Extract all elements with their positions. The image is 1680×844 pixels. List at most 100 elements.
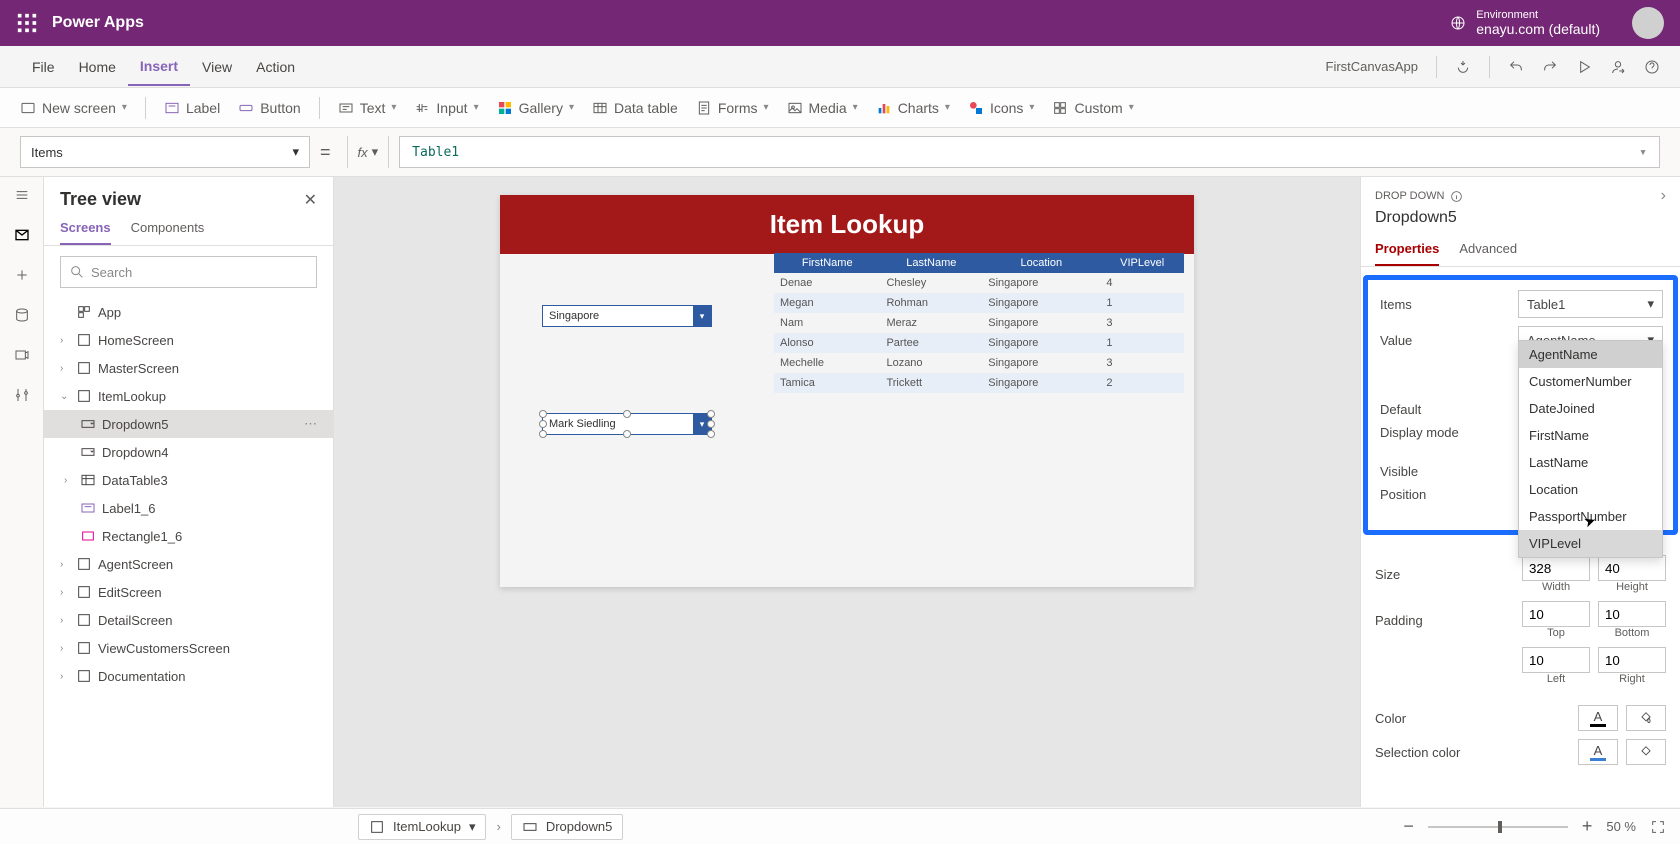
tree-item-label1-6[interactable]: Label1_6 [44,494,333,522]
media-button[interactable]: Media▾ [787,100,858,116]
menu-view[interactable]: View [190,49,244,85]
fx-icon[interactable]: fx▾ [347,136,390,168]
play-icon[interactable] [1576,59,1592,75]
breadcrumb-screen[interactable]: ItemLookup▾ [358,814,486,840]
tree-item-dropdown5[interactable]: Dropdown5⋯ [44,410,333,438]
resize-handle[interactable] [623,430,631,438]
tab-components[interactable]: Components [131,220,205,245]
charts-button[interactable]: Charts▾ [876,100,950,116]
tree-item-rectangle1-6[interactable]: Rectangle1_6 [44,522,333,550]
value-option[interactable]: CustomerNumber [1519,368,1662,395]
close-icon[interactable]: ✕ [304,190,317,210]
search-input[interactable]: Search [60,256,317,288]
new-screen-button[interactable]: New screen▾ [20,100,127,116]
forms-button[interactable]: Forms▾ [696,100,769,116]
table-row[interactable]: DenaeChesleySingapore4 [774,273,1184,293]
tree-item-itemlookup[interactable]: ⌄ItemLookup [44,382,333,410]
tree-view-icon[interactable] [14,227,30,243]
tree-item-documentation[interactable]: ›Documentation [44,662,333,690]
table-row[interactable]: MeganRohmanSingapore1 [774,293,1184,313]
chevron-right-icon[interactable]: › [1661,187,1666,205]
value-option[interactable]: Location [1519,476,1662,503]
help-icon[interactable] [1644,59,1660,75]
avatar[interactable] [1632,7,1664,39]
datatable-button[interactable]: Data table [592,100,678,116]
table-row[interactable]: TamicaTrickettSingapore2 [774,373,1184,393]
selection-fill-color-button[interactable] [1626,739,1666,765]
resize-handle[interactable] [707,410,715,418]
input-button[interactable]: Input▾ [414,100,478,116]
add-icon[interactable] [14,267,30,283]
undo-icon[interactable] [1508,59,1524,75]
value-option[interactable]: FirstName [1519,422,1662,449]
padding-left-input[interactable] [1522,647,1590,673]
forms-label: Forms [718,100,758,116]
table-row[interactable]: MechelleLozanoSingapore3 [774,353,1184,373]
resize-handle[interactable] [539,410,547,418]
value-option[interactable]: LastName [1519,449,1662,476]
tree-item-detailscreen[interactable]: ›DetailScreen [44,606,333,634]
tree-item-agentscreen[interactable]: ›AgentScreen [44,550,333,578]
prop-items-input[interactable]: Table1▾ [1518,290,1663,318]
tree-item-editscreen[interactable]: ›EditScreen [44,578,333,606]
redo-icon[interactable] [1542,59,1558,75]
property-selector[interactable]: Items ▾ [20,136,310,168]
breadcrumb-control[interactable]: Dropdown5 [511,814,624,840]
size-width-input[interactable] [1522,555,1590,581]
tree-item-masterscreen[interactable]: ›MasterScreen [44,354,333,382]
formula-input[interactable]: Table1 ▾ [399,136,1660,168]
label-button[interactable]: Label [164,100,220,116]
zoom-out-button[interactable]: − [1403,816,1414,837]
canvas-area[interactable]: Item Lookup Singapore ▾ Mark Siedling ▾ … [334,177,1360,807]
value-option[interactable]: VIPLevel [1519,530,1662,557]
zoom-in-button[interactable]: + [1582,816,1593,837]
table-row[interactable]: AlonsoParteeSingapore1 [774,333,1184,353]
padding-bottom-input[interactable] [1598,601,1666,627]
selection-font-color-button[interactable]: A [1578,739,1618,765]
font-color-button[interactable]: A [1578,705,1618,731]
text-button[interactable]: Text▾ [338,100,397,116]
dropdown4-preview[interactable]: Singapore ▾ [542,305,712,327]
menu-action[interactable]: Action [244,49,307,85]
data-icon[interactable] [14,307,30,323]
app-checker-icon[interactable] [1455,59,1471,75]
resize-handle[interactable] [707,420,715,428]
resize-handle[interactable] [623,410,631,418]
tree-item-viewcustomersscreen[interactable]: ›ViewCustomersScreen [44,634,333,662]
menu-file[interactable]: File [20,49,67,85]
custom-button[interactable]: Custom▾ [1052,100,1133,116]
value-option[interactable]: DateJoined [1519,395,1662,422]
info-icon[interactable] [1450,190,1463,203]
tab-properties[interactable]: Properties [1375,235,1439,266]
tree-item-app[interactable]: App [44,298,333,326]
hamburger-icon[interactable] [14,187,30,203]
tree-item-homescreen[interactable]: ›HomeScreen [44,326,333,354]
prop-value-label: Value [1380,333,1412,348]
fit-icon[interactable] [1650,819,1666,835]
environment-picker[interactable]: Environment enayu.com (default) [1450,7,1664,39]
resize-handle[interactable] [707,430,715,438]
zoom-slider[interactable] [1428,826,1568,828]
tree-item-dropdown4[interactable]: Dropdown4 [44,438,333,466]
resize-handle[interactable] [539,420,547,428]
tab-screens[interactable]: Screens [60,220,111,245]
value-option[interactable]: AgentName [1519,341,1662,368]
icons-button[interactable]: Icons▾ [968,100,1035,116]
app-launcher-icon[interactable] [16,12,38,34]
tools-icon[interactable] [14,387,30,403]
tree-item-datatable3[interactable]: ›DataTable3 [44,466,333,494]
resize-handle[interactable] [539,430,547,438]
size-height-input[interactable] [1598,555,1666,581]
padding-right-input[interactable] [1598,647,1666,673]
padding-top-input[interactable] [1522,601,1590,627]
fill-color-button[interactable] [1626,705,1666,731]
table-row[interactable]: NamMerazSingapore3 [774,313,1184,333]
share-icon[interactable] [1610,59,1626,75]
dropdown5-preview[interactable]: Mark Siedling ▾ [542,413,712,435]
menu-insert[interactable]: Insert [128,48,190,86]
button-button[interactable]: Button [238,100,300,116]
media-icon[interactable] [14,347,30,363]
tab-advanced[interactable]: Advanced [1459,235,1517,266]
gallery-button[interactable]: Gallery▾ [497,100,574,116]
menu-home[interactable]: Home [67,49,128,85]
